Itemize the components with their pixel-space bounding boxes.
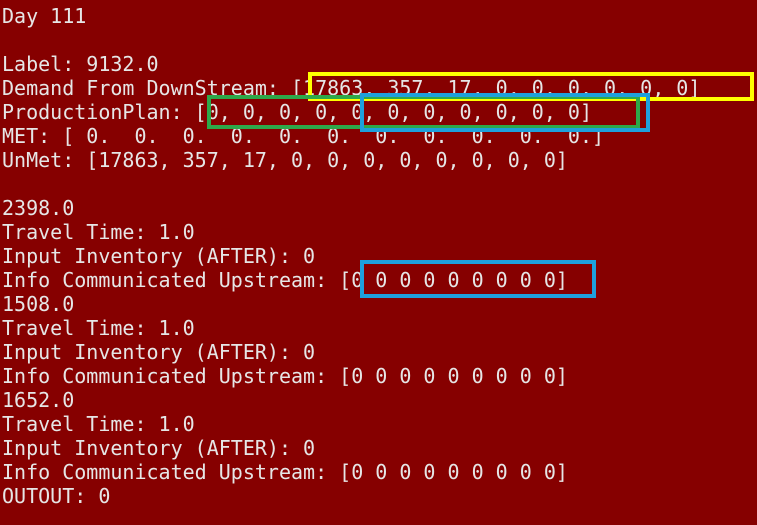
stage1-travel-line: Travel Time: 1.0: [2, 220, 195, 244]
stage3-info-line: Info Communicated Upstream: [0 0 0 0 0 0…: [2, 460, 568, 484]
output-line: OUTOUT: 0: [2, 484, 111, 508]
day-line: Day 111: [2, 4, 87, 28]
stage2-info-line: Info Communicated Upstream: [0 0 0 0 0 0…: [2, 364, 568, 388]
stage2-value-line: 1508.0: [2, 292, 75, 316]
info-upstream-blue-box: [360, 260, 596, 298]
stage2-inventory-line: Input Inventory (AFTER): 0: [2, 340, 316, 364]
stage2-travel-line: Travel Time: 1.0: [2, 316, 195, 340]
stage3-value-line: 1652.0: [2, 388, 75, 412]
unmet-line: UnMet: [17863, 357, 17, 0, 0, 0, 0, 0, 0…: [2, 148, 568, 172]
production-plan-blue-box: [360, 93, 650, 132]
stage1-inventory-line: Input Inventory (AFTER): 0: [2, 244, 316, 268]
stage3-inventory-line: Input Inventory (AFTER): 0: [2, 436, 316, 460]
terminal-window: Day 111 Label: 9132.0 Demand From DownSt…: [0, 0, 757, 525]
stage3-travel-line: Travel Time: 1.0: [2, 412, 195, 436]
stage1-value-line: 2398.0: [2, 196, 75, 220]
label-line: Label: 9132.0: [2, 52, 159, 76]
